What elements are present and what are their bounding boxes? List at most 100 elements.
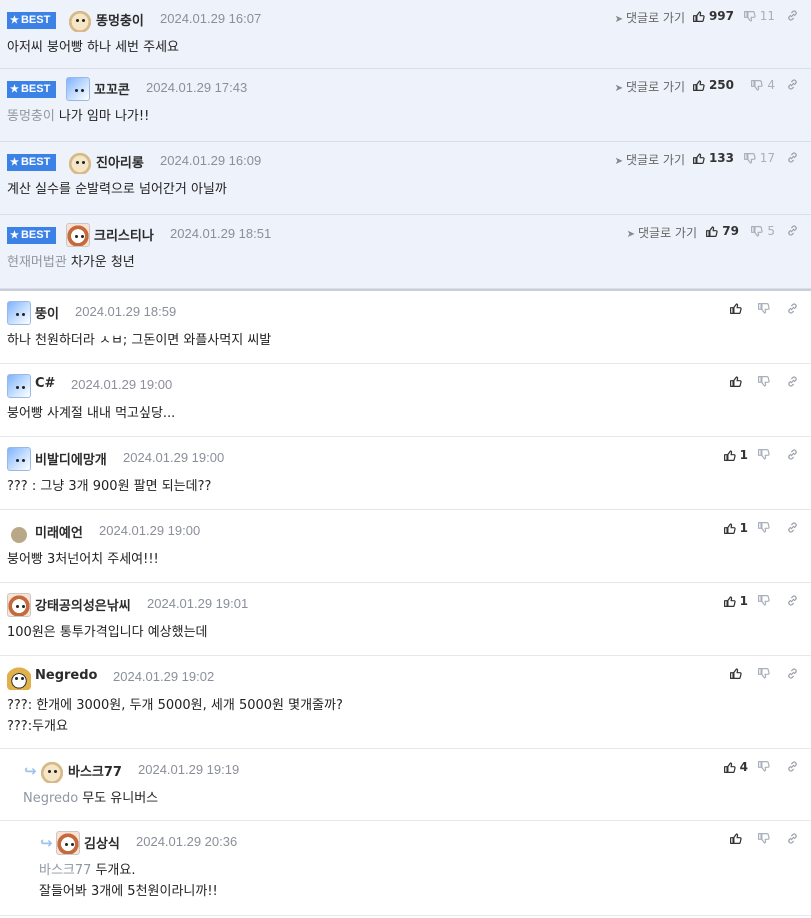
share-link-button[interactable] (786, 667, 799, 680)
thumb-up-icon (723, 595, 736, 608)
dislike-button[interactable]: 5 (750, 224, 775, 238)
share-link-button[interactable] (786, 151, 799, 164)
author-nickname[interactable]: Negredo (35, 668, 97, 683)
send-arrow-icon: ➤ (614, 14, 623, 25)
avatar[interactable] (66, 223, 90, 247)
dislike-button[interactable]: 11 (743, 9, 775, 23)
avatar[interactable] (11, 527, 27, 543)
comment-text: 붕어빵 사계절 내내 먹고싶당... (7, 403, 175, 424)
thumb-down-icon (743, 152, 756, 165)
author-nickname[interactable]: 꼬꼬콘 (94, 79, 130, 98)
dislike-count: 11 (759, 9, 775, 23)
comment-date: 2024.01.29 17:43 (146, 80, 248, 95)
share-link-button[interactable] (786, 448, 799, 461)
dislike-button[interactable] (757, 594, 774, 607)
like-button[interactable] (729, 832, 746, 845)
author-nickname[interactable]: 강태공의성은낚씨 (35, 595, 131, 614)
avatar[interactable] (66, 77, 90, 101)
goto-comment-button[interactable]: ➤ 댓글로 가기 (615, 78, 685, 95)
like-button[interactable] (729, 375, 746, 388)
avatar[interactable] (7, 593, 31, 617)
dislike-count: 17 (759, 151, 775, 165)
link-icon (786, 375, 799, 388)
mention-nickname[interactable]: 똥멍충이 (7, 109, 55, 124)
author-nickname[interactable]: 바스크77 (68, 761, 122, 780)
link-icon (786, 448, 799, 461)
comment-line: 100원은 통투가격입니다 예상했는데 (7, 625, 208, 640)
dislike-button[interactable] (757, 375, 774, 388)
like-button[interactable]: 133 (692, 151, 734, 165)
mention-nickname[interactable]: 바스크77 (39, 863, 91, 878)
best-badge-label: BEST (20, 156, 51, 168)
mention-nickname[interactable]: 현재머법관 (7, 255, 67, 270)
avatar[interactable] (7, 666, 31, 690)
avatar[interactable] (56, 831, 80, 855)
reply-arrow-icon: ↪ (40, 834, 53, 852)
share-link-button[interactable] (786, 832, 799, 845)
dislike-button[interactable] (757, 521, 774, 534)
share-link-button[interactable] (786, 594, 799, 607)
like-button[interactable] (729, 302, 746, 315)
share-link-button[interactable] (786, 302, 799, 315)
dislike-button[interactable]: 17 (743, 151, 775, 165)
author-nickname[interactable]: 똥멍충이 (96, 10, 144, 29)
star-icon: ★ (10, 157, 19, 168)
thumb-down-icon (757, 521, 770, 534)
share-link-button[interactable] (786, 760, 799, 773)
comment-date: 2024.01.29 19:19 (138, 762, 240, 777)
best-badge: ★ BEST (7, 12, 56, 29)
thumb-up-icon (729, 832, 742, 845)
comment-line: 하나 천원하더라 ㅅㅂ; 그돈이면 와플사먹지 씨발 (7, 333, 272, 348)
dislike-button[interactable] (757, 667, 774, 680)
comment-date: 2024.01.29 16:09 (160, 153, 262, 168)
avatar[interactable] (68, 150, 92, 174)
author-nickname[interactable]: 미래예언 (35, 522, 83, 541)
comment-text: 잘들어봐 3개에 5천원이라니까!! (39, 881, 218, 902)
share-link-button[interactable] (786, 224, 799, 237)
like-button[interactable]: 79 (705, 224, 739, 238)
author-nickname[interactable]: 진아리롱 (96, 152, 144, 171)
thumb-up-icon (729, 375, 742, 388)
share-link-button[interactable] (786, 78, 799, 91)
dislike-button[interactable] (757, 448, 774, 461)
link-icon (786, 832, 799, 845)
avatar[interactable] (7, 301, 31, 325)
author-nickname[interactable]: 뚱이 (35, 303, 59, 322)
share-link-button[interactable] (786, 9, 799, 22)
goto-comment-button[interactable]: ➤ 댓글로 가기 (627, 224, 697, 241)
author-nickname[interactable]: 크리스티나 (94, 225, 154, 244)
thumb-down-icon (750, 225, 763, 238)
avatar[interactable] (7, 447, 31, 471)
comment-text: ???: 한개에 3000원, 두개 5000원, 세개 5000원 몇개줄까? (7, 695, 343, 716)
comment-line: 붕어빵 3처넌어치 주세여!!! (7, 552, 159, 567)
like-button[interactable]: 997 (692, 9, 734, 23)
author-nickname[interactable]: C# (35, 376, 55, 391)
dislike-button[interactable] (757, 302, 774, 315)
star-icon: ★ (10, 230, 19, 241)
comment-text: ??? : 그냥 3개 900원 팔면 되는데?? (7, 476, 211, 497)
avatar[interactable] (68, 8, 92, 32)
avatar[interactable] (40, 759, 64, 783)
share-link-button[interactable] (786, 521, 799, 534)
best-badge: ★ BEST (7, 154, 56, 171)
like-button[interactable]: 1 (723, 448, 748, 462)
like-button[interactable]: 250 (692, 78, 734, 92)
comment-date: 2024.01.29 19:00 (71, 377, 173, 392)
like-button[interactable]: 1 (723, 521, 748, 535)
like-count: 4 (739, 760, 748, 774)
author-nickname[interactable]: 김상식 (84, 833, 120, 852)
dislike-button[interactable]: 4 (750, 78, 775, 92)
dislike-button[interactable] (757, 832, 774, 845)
share-link-button[interactable] (786, 375, 799, 388)
mention-nickname[interactable]: Negredo (23, 791, 78, 806)
comment-line: ??? : 그냥 3개 900원 팔면 되는데?? (7, 479, 212, 494)
best-badge: ★ BEST (7, 81, 56, 98)
like-button[interactable] (729, 667, 746, 680)
like-button[interactable]: 4 (723, 760, 748, 774)
goto-comment-button[interactable]: ➤ 댓글로 가기 (615, 9, 685, 26)
avatar[interactable] (7, 374, 31, 398)
goto-comment-button[interactable]: ➤ 댓글로 가기 (615, 151, 685, 168)
like-button[interactable]: 1 (723, 594, 748, 608)
dislike-button[interactable] (757, 760, 774, 773)
author-nickname[interactable]: 비발디에망개 (35, 449, 107, 468)
